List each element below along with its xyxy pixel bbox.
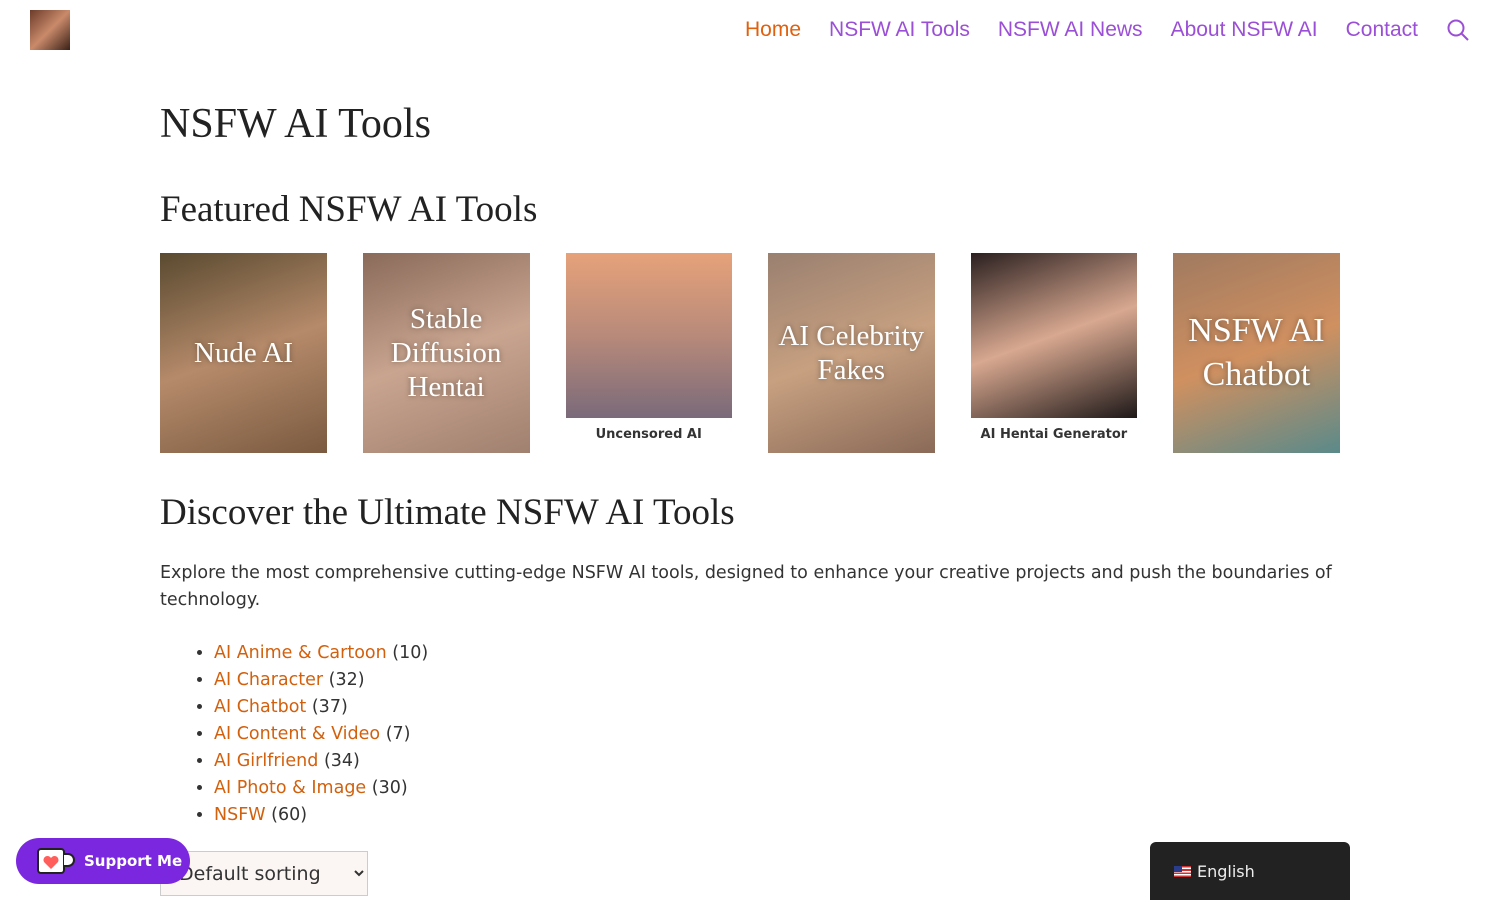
language-label: English [1197, 861, 1255, 881]
category-count: (60) [271, 805, 308, 825]
featured-tile[interactable]: Nude AI [160, 253, 327, 453]
category-count: (37) [311, 697, 348, 717]
category-count: (30) [371, 778, 408, 798]
search-icon[interactable] [1446, 18, 1470, 42]
featured-heading: Featured NSFW AI Tools [160, 189, 538, 230]
category-item: AI Anime & Cartoon (10) [214, 640, 1340, 667]
category-item: AI Chatbot (37) [214, 694, 1340, 721]
category-count: (10) [392, 643, 429, 663]
category-link[interactable]: AI Photo & Image [214, 778, 366, 798]
tile-caption[interactable]: AI Hentai Generator [981, 427, 1128, 442]
discover-text: Explore the most comprehensive cutting-e… [160, 563, 1332, 610]
category-count: (34) [323, 751, 360, 771]
support-me-label: Support Me [84, 852, 183, 870]
coffee-cup-heart-icon [37, 848, 75, 874]
category-list: AI Anime & Cartoon (10)AI Character (32)… [214, 640, 1340, 829]
category-item: AI Content & Video (7) [214, 721, 1340, 748]
featured-tile[interactable]: AI Hentai Generator [970, 253, 1137, 453]
category-item: AI Girlfriend (34) [214, 748, 1340, 775]
nav-nsfw-ai-news[interactable]: NSFW AI News [998, 18, 1143, 42]
nav-contact[interactable]: Contact [1346, 18, 1418, 42]
category-item: NSFW (60) [214, 802, 1340, 829]
featured-tile[interactable]: AI Celebrity Fakes [767, 253, 935, 453]
tile-image[interactable] [970, 253, 1137, 418]
category-item: AI Photo & Image (30) [214, 775, 1340, 802]
tile-title: Stable Diffusion Hentai [390, 303, 502, 403]
tile-title: Nude AI [193, 337, 294, 369]
nav-about[interactable]: About NSFW AI [1171, 18, 1318, 42]
category-link[interactable]: AI Anime & Cartoon [214, 643, 387, 663]
nav-home[interactable]: Home [745, 18, 801, 42]
category-link[interactable]: AI Chatbot [214, 697, 306, 717]
main-content: NSFW AI Tools Featured NSFW AI Tools Nud… [160, 100, 1340, 829]
nav-nsfw-ai-tools[interactable]: NSFW AI Tools [829, 18, 970, 42]
category-count: (7) [385, 724, 411, 744]
featured-tile[interactable]: Stable Diffusion Hentai [362, 253, 530, 453]
category-link[interactable]: AI Girlfriend [214, 751, 318, 771]
category-link[interactable]: AI Content & Video [214, 724, 380, 744]
category-link[interactable]: NSFW [214, 805, 266, 825]
sorting-select[interactable]: Default sorting [160, 851, 368, 896]
us-flag-icon [1174, 865, 1191, 877]
page-title: NSFW AI Tools [160, 101, 431, 147]
tile-image[interactable] [565, 253, 732, 418]
tile-caption[interactable]: Uncensored AI [596, 427, 702, 442]
featured-tile[interactable]: NSFW AI Chatbot [1172, 253, 1340, 453]
site-header: Home NSFW AI Tools NSFW AI News About NS… [0, 0, 1500, 60]
main-nav: Home NSFW AI Tools NSFW AI News About NS… [745, 0, 1470, 60]
featured-tile[interactable]: Uncensored AI [565, 253, 732, 453]
discover-heading: Discover the Ultimate NSFW AI Tools [160, 492, 735, 533]
support-me-button[interactable]: Support Me [16, 838, 190, 884]
tile-title: AI Celebrity Fakes [778, 320, 925, 386]
site-logo[interactable] [30, 10, 70, 50]
category-link[interactable]: AI Character [214, 670, 323, 690]
language-switcher[interactable]: English [1150, 842, 1350, 900]
category-item: AI Character (32) [214, 667, 1340, 694]
featured-tiles: Nude AI Stable Diffusion Hentai Uncensor… [160, 253, 1340, 453]
category-count: (32) [328, 670, 365, 690]
tile-title: NSFW AI Chatbot [1188, 312, 1325, 393]
